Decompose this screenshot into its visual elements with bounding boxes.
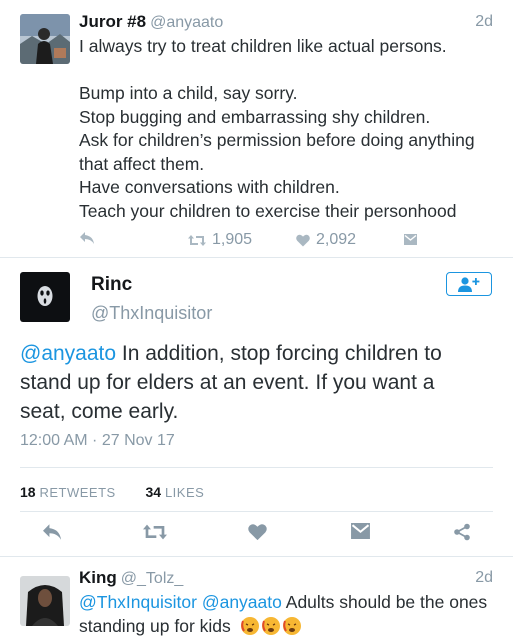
divider (20, 467, 493, 468)
emoji-face (261, 616, 280, 635)
main-tweet-line: stand up for elders at an event. If you … (20, 371, 435, 394)
divider (0, 257, 513, 258)
avatar-king-image (20, 576, 70, 626)
tweet-king[interactable]: King @_Tolz_ 2d @ThxInquisitor @anyaato A… (0, 557, 513, 640)
main-tweet-text: @anyaato In addition, stop forcing child… (20, 339, 490, 426)
like-button[interactable] (248, 523, 267, 541)
dm-button[interactable] (404, 234, 417, 245)
tweet-time: 2d (475, 13, 493, 30)
retweet-button[interactable]: 1,905 (188, 231, 252, 249)
dm-icon (404, 234, 417, 245)
tweet-line: I always try to treat children like actu… (79, 36, 447, 56)
avatar-rinc[interactable] (20, 272, 70, 322)
tweet-line: that affect them. (79, 153, 205, 174)
mention-link[interactable]: @anyaato (202, 592, 282, 612)
likes-count: 34 (145, 484, 162, 500)
share-button[interactable] (453, 523, 471, 541)
tweet-text: @ThxInquisitor @anyaato Adults should be… (79, 591, 487, 638)
retweets-stat[interactable]: 18 RETWEETS (20, 484, 116, 500)
emoji-face (240, 616, 259, 635)
reply-button[interactable] (79, 231, 95, 245)
reply-icon (43, 524, 61, 540)
like-count: 2,092 (316, 231, 357, 248)
tweet-text-part: standing up for kids (79, 615, 231, 636)
emoji-face (282, 616, 301, 635)
author-name-text[interactable]: King (79, 568, 117, 587)
retweets-count: 18 (20, 484, 36, 500)
main-tweet-timestamp: 12:00 AM · 27 Nov 17 (20, 432, 175, 449)
mention-link[interactable]: @ThxInquisitor (79, 592, 197, 612)
mention-link[interactable]: @anyaato (20, 342, 116, 365)
tweet-line: Have conversations with children. (79, 177, 340, 197)
tweet-line-gap (79, 59, 475, 83)
tweet-line: Teach your children to exercise their pe… (79, 200, 457, 221)
dm-icon (351, 523, 370, 539)
retweet-icon (143, 524, 167, 540)
tweet-juror8[interactable]: Juror #8 @anyaato 2d I always try to trea… (0, 0, 513, 257)
tweet-line: @ThxInquisitor @anyaato Adults should be… (79, 591, 487, 615)
main-tweet-text-part: In addition, stop forcing children to (116, 342, 442, 365)
tweet-line: Bump into a child, say sorry. (79, 83, 298, 103)
author-handle[interactable]: @ThxInquisitor (91, 303, 212, 324)
tweet-text-part: Adults should be the ones (281, 592, 488, 612)
reply-button[interactable] (41, 523, 63, 541)
tweet-text: I always try to treat children like actu… (79, 35, 475, 223)
avatar-juror8-image (20, 14, 70, 64)
tweet-line: standing up for kids (79, 615, 487, 639)
heart-icon (248, 524, 267, 541)
avatar-king[interactable] (20, 576, 70, 626)
retweet-button[interactable] (143, 523, 167, 541)
author-name[interactable]: King @_Tolz_ (79, 568, 183, 588)
like-button[interactable]: 2,092 (296, 231, 356, 249)
likes-label: LIKES (164, 485, 205, 500)
divider (20, 511, 493, 512)
dm-button[interactable] (351, 523, 370, 539)
author-name-text[interactable]: Juror #8 (79, 12, 146, 31)
retweets-label: RETWEETS (39, 485, 116, 500)
likes-stat[interactable]: 34 LIKES (145, 484, 204, 500)
retweet-count: 1,905 (212, 231, 253, 248)
tweet-time: 2d (475, 569, 493, 586)
author-handle[interactable]: @anyaato (150, 14, 223, 31)
follow-button[interactable] (446, 272, 492, 296)
author-name[interactable]: Rinc (91, 274, 132, 296)
avatar-juror8[interactable] (20, 14, 70, 64)
main-tweet-line: seat, come early. (20, 400, 179, 423)
avatar-rinc-image (20, 272, 70, 322)
author-handle[interactable]: @_Tolz_ (121, 570, 184, 587)
tweet-stats: 18 RETWEETS 34 LIKES (20, 484, 204, 500)
share-icon (454, 523, 470, 541)
author-name[interactable]: Juror #8 @anyaato (79, 12, 223, 32)
tweet-line: Stop bugging and embarrassing shy childr… (79, 106, 431, 127)
emoji-icon (240, 616, 301, 635)
tweet-line: Ask for children’s permission before doi… (79, 130, 475, 150)
heart-icon (296, 234, 310, 246)
follow-icon (458, 277, 480, 292)
main-tweet-line: @anyaato In addition, stop forcing child… (20, 339, 490, 368)
retweet-icon (188, 234, 206, 246)
reply-icon (80, 232, 94, 244)
